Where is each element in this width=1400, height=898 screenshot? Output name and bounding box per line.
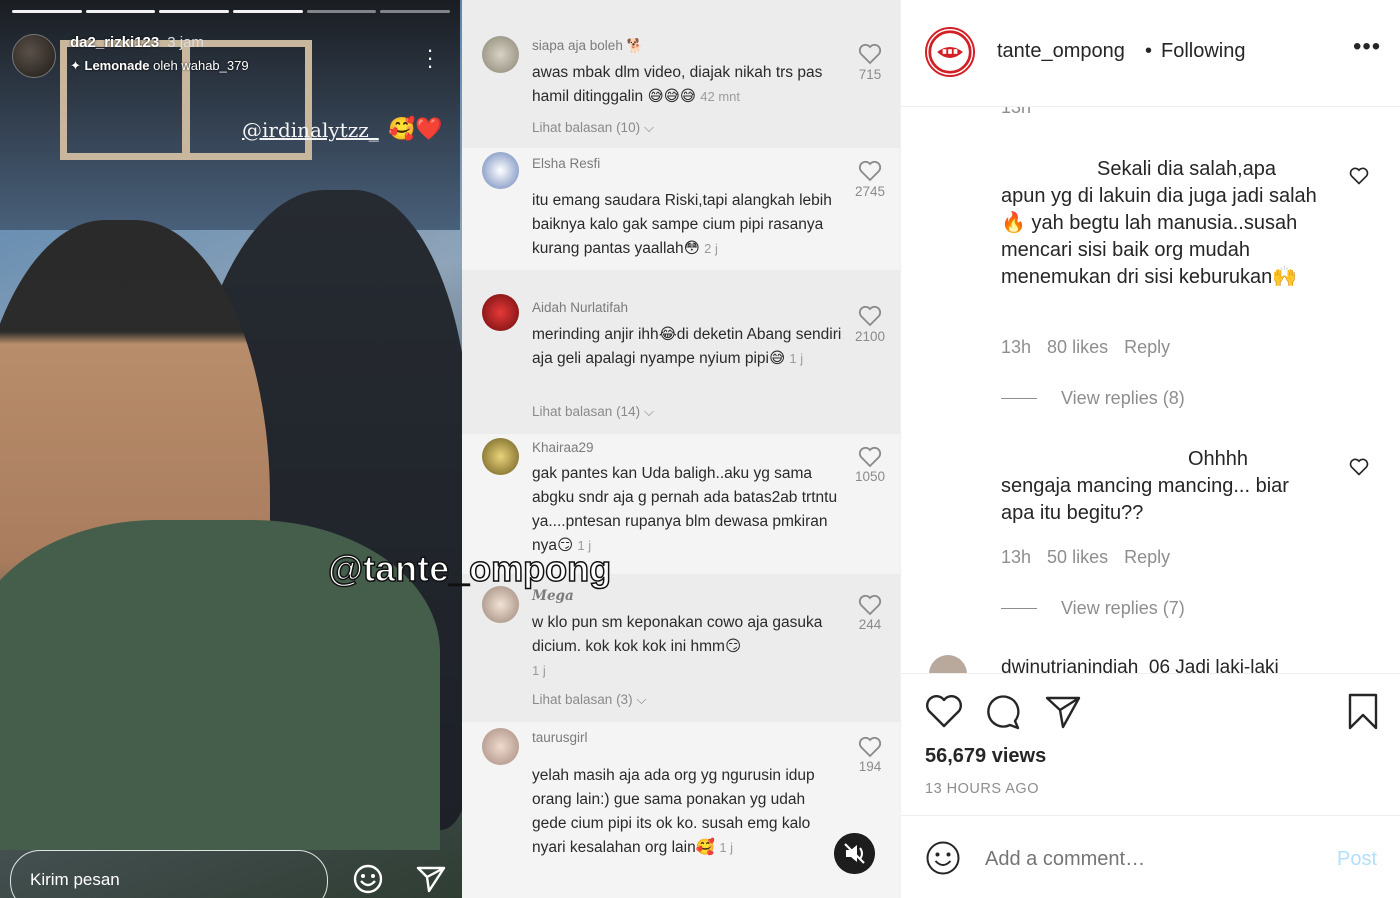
emoji-icon[interactable]: [925, 840, 961, 876]
comment-input[interactable]: [985, 848, 1285, 871]
view-replies-link[interactable]: View replies (8): [1001, 388, 1185, 409]
story-mention-tag[interactable]: @irdinalytzz_: [242, 118, 379, 142]
comment-text: awas mbak dlm video, diajak nikah trs pa…: [532, 64, 823, 105]
comment-text: yelah masih aja ada org yg ngurusin idup…: [532, 767, 815, 856]
reply-button[interactable]: Reply: [1124, 337, 1170, 357]
music-artist: oleh wahab_379: [153, 58, 249, 73]
separator-dot: •: [1145, 40, 1153, 62]
like-count: 1050: [854, 469, 886, 484]
comment-time: 13h: [1001, 547, 1032, 567]
add-comment-bar: Post: [901, 815, 1400, 898]
comment-icon[interactable]: [983, 692, 1023, 732]
watermark-text: @tante_ompong: [327, 547, 612, 590]
like-count: 715: [858, 67, 882, 82]
list-item: Aidah Nurlatifah merinding anjir ihh😂di …: [462, 270, 900, 434]
more-horizontal-icon[interactable]: •••: [1353, 35, 1381, 59]
comment-username: siapa aja boleh 🐕: [532, 38, 644, 53]
comment-username: Mega: [532, 588, 574, 604]
comment-text: Ohhhh sengaja mancing mancing... biar ap…: [1001, 448, 1289, 524]
comment-text: Sekali dia salah,apa apun yg di lakuin d…: [1001, 158, 1317, 288]
reply-button[interactable]: Reply: [1124, 547, 1170, 567]
view-replies-link[interactable]: Lihat balasan (14) ⌵: [532, 404, 654, 420]
like-count: 244: [858, 617, 882, 632]
avatar: [482, 152, 519, 189]
comment-username: Aidah Nurlatifah: [532, 300, 629, 315]
like-count: 2745: [854, 184, 886, 199]
heart-icon[interactable]: [858, 594, 882, 616]
avatar: [482, 294, 519, 331]
message-placeholder: Kirim pesan: [30, 870, 120, 889]
comment-time: 13h: [1001, 107, 1032, 117]
avatar: [482, 36, 519, 73]
view-replies-link[interactable]: View replies (7): [1001, 598, 1185, 619]
post-header: tante_ompong • Following •••: [901, 0, 1400, 107]
post-actions: 56,679 views 13 HOURS AGO: [901, 673, 1400, 815]
following-button[interactable]: Following: [1161, 40, 1245, 63]
sparkle-music-icon: ✦: [70, 58, 85, 73]
comment-text: w klo pun sm keponakan cowo aja gasuka d…: [532, 614, 823, 678]
story-progress-bars: [12, 10, 451, 13]
avatar: [482, 728, 519, 765]
list-item: Elsha Resfi itu emang saudara Riski,tapi…: [462, 148, 900, 270]
heart-icon[interactable]: [858, 43, 882, 65]
heart-icon[interactable]: [858, 736, 882, 758]
story-panel: da2_rizki123 3 jam ✦ Lemonade oleh wahab_…: [0, 0, 462, 898]
heart-icon[interactable]: [1349, 167, 1369, 185]
avatar: [482, 586, 519, 623]
story-time: 3 jam: [167, 34, 204, 51]
list-item: taurusgirl yelah masih aja ada org yg ng…: [462, 722, 900, 898]
comment-text: gak pantes kan Uda baligh..aku yg sama a…: [532, 465, 838, 554]
share-icon[interactable]: [1043, 692, 1083, 732]
comment-text: dwinutrianindiah_06 Jadi laki-laki: [1001, 657, 1279, 673]
avatar[interactable]: [12, 34, 56, 78]
heart-icon[interactable]: [1349, 458, 1369, 476]
send-icon[interactable]: [415, 864, 447, 894]
avatar: [482, 438, 519, 475]
list-item: Mega w klo pun sm keponakan cowo aja gas…: [462, 574, 900, 722]
view-count[interactable]: 56,679 views: [925, 745, 1046, 768]
comment-meta: 13h 50 likes Reply: [1001, 547, 1186, 568]
view-replies-link[interactable]: Lihat balasan (10) ⌵: [532, 120, 654, 136]
heart-icon[interactable]: [858, 446, 882, 468]
comment-username: Elsha Resfi: [532, 156, 601, 171]
bookmark-icon[interactable]: [1343, 692, 1383, 732]
instagram-sidebar: tante_ompong • Following ••• 13h Sekali …: [900, 0, 1400, 898]
muted-audio-icon[interactable]: [834, 833, 875, 874]
like-count: 2100: [854, 329, 886, 344]
heart-icon[interactable]: [858, 160, 882, 182]
more-vertical-icon[interactable]: · · ·: [424, 39, 436, 77]
tante-ompong-logo: [928, 30, 972, 74]
music-song: Lemonade: [84, 58, 150, 73]
comment-time: 13h: [1001, 337, 1032, 357]
story-tag-emoji: 🥰❤️: [388, 116, 443, 141]
view-replies-link[interactable]: Lihat balasan (3) ⌵: [532, 692, 647, 708]
story-header: da2_rizki123 3 jam ✦ Lemonade oleh wahab_…: [12, 34, 249, 78]
list-item: siapa aja boleh 🐕 awas mbak dlm video, d…: [462, 0, 900, 148]
story-music[interactable]: ✦ Lemonade oleh wahab_379: [70, 58, 249, 74]
post-time[interactable]: 13 HOURS AGO: [925, 781, 1039, 797]
comment-likes[interactable]: 80 likes: [1047, 337, 1108, 357]
comment-username: taurusgirl: [532, 730, 588, 745]
avatar[interactable]: [929, 655, 967, 673]
comment-text: merinding anjir ihh😂di deketin Abang sen…: [532, 326, 842, 367]
comment-text: itu emang saudara Riski,tapi alangkah le…: [532, 192, 832, 257]
heart-icon[interactable]: [924, 692, 964, 732]
story-username[interactable]: da2_rizki123: [70, 34, 159, 51]
heart-icon[interactable]: [858, 305, 882, 327]
comment-username: Khairaa29: [532, 440, 594, 455]
post-username[interactable]: tante_ompong: [997, 40, 1125, 63]
comments-list: 13h Sekali dia salah,apa apun yg di laku…: [901, 107, 1400, 673]
like-count: 194: [858, 759, 882, 774]
comment-meta: 13h 80 likes Reply: [1001, 337, 1186, 358]
avatar[interactable]: [925, 27, 975, 77]
comment-likes[interactable]: 50 likes: [1047, 547, 1108, 567]
post-button[interactable]: Post: [1337, 848, 1377, 871]
emoji-icon[interactable]: [352, 863, 384, 895]
comment-screenshot-panel: siapa aja boleh 🐕 awas mbak dlm video, d…: [462, 0, 900, 898]
